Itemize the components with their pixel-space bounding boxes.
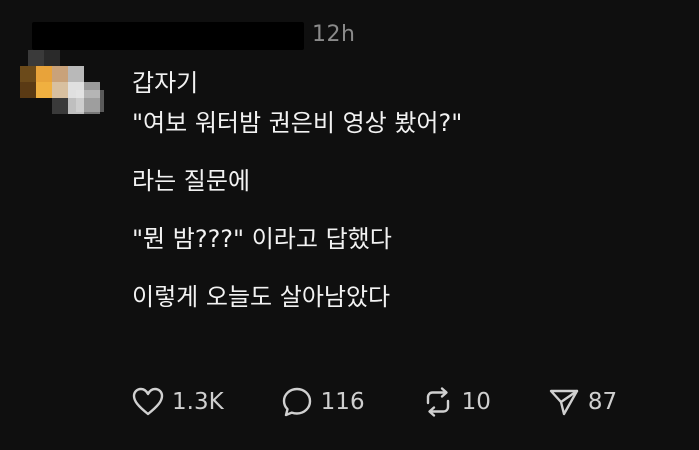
avatar-pixel (44, 50, 60, 66)
post-actions: 1.3K 116 10 87 (130, 382, 617, 422)
reply-count: 116 (320, 389, 365, 415)
avatar-pixel (68, 66, 84, 82)
avatar-pixel (20, 66, 36, 82)
avatar-pixel (76, 90, 104, 112)
post-text-line: "여보 워터밤 권은비 영상 봤어?" (132, 109, 463, 137)
avatar-pixel (28, 50, 44, 66)
avatar[interactable] (16, 46, 112, 114)
like-count: 1.3K (172, 389, 224, 415)
share-button[interactable]: 87 (546, 384, 617, 420)
post-timestamp: 12h (312, 22, 356, 47)
avatar-pixel (20, 82, 36, 98)
heart-icon (130, 384, 166, 420)
post-text-line: 이렇게 오늘도 살아남았다 (132, 283, 391, 311)
post-text-line: "뭔 밤???" 이라고 답했다 (132, 225, 392, 253)
share-count: 87 (587, 389, 618, 415)
speech-bubble-icon (279, 384, 315, 420)
thread-post: 12h 갑자기 "여보 워터밤 권은비 영상 봤어?" 라는 질문에 "뭔 밤?… (0, 0, 699, 450)
reply-button[interactable]: 116 (279, 384, 365, 420)
avatar-pixel (52, 66, 68, 82)
post-body: 갑자기 "여보 워터밤 권은비 영상 봤어?" 라는 질문에 "뭔 밤???" … (132, 66, 672, 314)
post-text-line: 라는 질문에 (132, 167, 251, 195)
send-icon (546, 384, 582, 420)
avatar-pixel (52, 82, 68, 98)
avatar-pixel (36, 66, 52, 82)
redacted-username[interactable] (32, 22, 304, 50)
repost-count: 10 (461, 389, 491, 415)
repost-arrows-icon (420, 384, 456, 420)
post-text-line: 갑자기 (132, 69, 199, 97)
repost-button[interactable]: 10 (420, 384, 491, 420)
avatar-pixel (36, 82, 52, 98)
like-button[interactable]: 1.3K (130, 384, 224, 420)
avatar-pixel (52, 98, 68, 114)
